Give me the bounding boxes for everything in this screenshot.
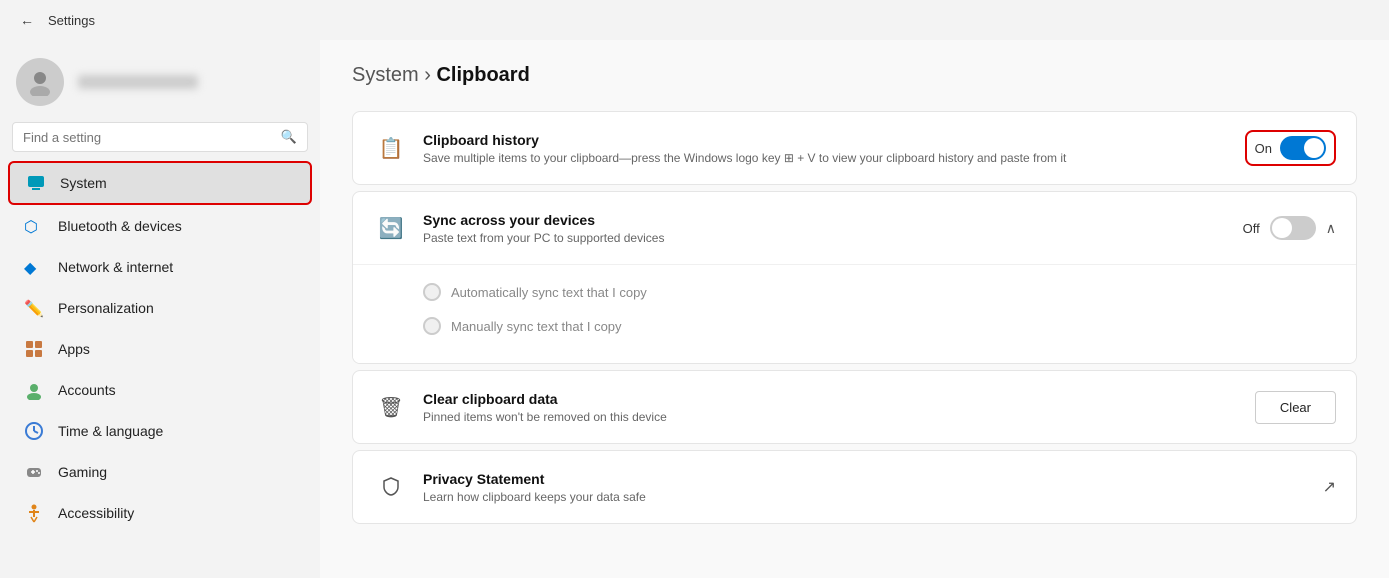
manual-sync-option[interactable]: Manually sync text that I copy — [423, 309, 1336, 343]
sidebar-item-label: Gaming — [58, 464, 107, 480]
auto-sync-option[interactable]: Automatically sync text that I copy — [423, 275, 1336, 309]
clear-data-card: 🗑 Clear clipboard data Pinned items won'… — [352, 370, 1357, 444]
personalization-icon: ✏️ — [24, 298, 44, 318]
sync-expanded: Automatically sync text that I copy Manu… — [353, 265, 1356, 363]
title-bar-title: Settings — [48, 13, 95, 28]
avatar — [16, 58, 64, 106]
privacy-statement-card: Privacy Statement Learn how clipboard ke… — [352, 450, 1357, 524]
svg-text:✏️: ✏️ — [24, 299, 44, 318]
svg-text:◆: ◆ — [24, 260, 37, 277]
clipboard-history-toggle[interactable] — [1280, 136, 1326, 160]
settings-sections: 📋 Clipboard history Save multiple items … — [352, 111, 1357, 524]
sidebar-item-gaming[interactable]: Gaming — [8, 452, 312, 492]
sidebar-item-system[interactable]: System — [8, 161, 312, 205]
clear-data-row: 🗑 Clear clipboard data Pinned items won'… — [353, 371, 1356, 443]
sidebar-item-label: Network & internet — [58, 259, 173, 275]
sidebar-items-container: System ⬡ Bluetooth & devices ◆ Network &… — [0, 160, 320, 534]
sidebar-item-label: Accounts — [58, 382, 116, 398]
sidebar-item-time[interactable]: Time & language — [8, 411, 312, 451]
privacy-subtitle: Learn how clipboard keeps your data safe — [423, 490, 1323, 504]
accounts-icon — [24, 380, 44, 400]
clipboard-history-card: 📋 Clipboard history Save multiple items … — [352, 111, 1357, 185]
breadcrumb-separator: › — [424, 64, 436, 86]
search-input[interactable] — [23, 130, 273, 145]
content-area: System › Clipboard 📋 Clipboard history S… — [320, 40, 1389, 578]
toggle-on-label: On — [1255, 141, 1272, 156]
auto-sync-radio[interactable] — [423, 283, 441, 301]
clear-data-title: Clear clipboard data — [423, 391, 1255, 407]
system-icon — [26, 173, 46, 193]
sidebar-item-label: Apps — [58, 341, 90, 357]
sidebar: 🔍 System ⬡ Bluetooth & devices ◆ Network… — [0, 40, 320, 578]
svg-text:⬡: ⬡ — [24, 219, 38, 236]
bluetooth-icon: ⬡ — [24, 216, 44, 236]
sync-chevron[interactable]: ∧ — [1326, 220, 1336, 237]
sidebar-item-label: Time & language — [58, 423, 163, 439]
sync-devices-subtitle: Paste text from your PC to supported dev… — [423, 231, 1243, 245]
clear-icon: 🗑 — [373, 389, 409, 425]
sidebar-item-bluetooth[interactable]: ⬡ Bluetooth & devices — [8, 206, 312, 246]
sidebar-item-accounts[interactable]: Accounts — [8, 370, 312, 410]
breadcrumb-parent: System — [352, 64, 419, 86]
sidebar-item-personalization[interactable]: ✏️ Personalization — [8, 288, 312, 328]
privacy-title: Privacy Statement — [423, 471, 1323, 487]
sidebar-profile — [0, 48, 320, 122]
clipboard-history-row: 📋 Clipboard history Save multiple items … — [353, 112, 1356, 184]
clipboard-icon: 📋 — [373, 130, 409, 166]
sidebar-search-box[interactable]: 🔍 — [12, 122, 308, 152]
sidebar-item-label: Bluetooth & devices — [58, 218, 182, 234]
sidebar-item-network[interactable]: ◆ Network & internet — [8, 247, 312, 287]
clipboard-history-title: Clipboard history — [423, 132, 1245, 148]
toggle-off-label: Off — [1243, 221, 1260, 236]
sync-toggle[interactable] — [1270, 216, 1316, 240]
clear-data-subtitle: Pinned items won't be removed on this de… — [423, 410, 1255, 424]
title-bar: ← Settings — [0, 0, 1389, 40]
privacy-statement-row: Privacy Statement Learn how clipboard ke… — [353, 451, 1356, 523]
clear-button[interactable]: Clear — [1255, 391, 1336, 424]
back-button[interactable]: ← — [16, 8, 38, 32]
breadcrumb: System › Clipboard — [352, 64, 1357, 87]
sidebar-item-label: Personalization — [58, 300, 154, 316]
sidebar-item-label: Accessibility — [58, 505, 134, 521]
page-title: Clipboard — [436, 64, 529, 86]
main-layout: 🔍 System ⬡ Bluetooth & devices ◆ Network… — [0, 40, 1389, 578]
apps-icon — [24, 339, 44, 359]
auto-sync-label: Automatically sync text that I copy — [451, 285, 647, 300]
external-link-icon[interactable]: ↗ — [1323, 477, 1336, 497]
sidebar-item-label: System — [60, 175, 107, 191]
username-blur — [78, 75, 198, 89]
manual-sync-radio[interactable] — [423, 317, 441, 335]
gaming-icon — [24, 462, 44, 482]
clipboard-history-toggle-wrapper: On — [1245, 130, 1336, 166]
manual-sync-label: Manually sync text that I copy — [451, 319, 622, 334]
search-icon: 🔍 — [281, 129, 297, 145]
sync-devices-title: Sync across your devices — [423, 212, 1243, 228]
accessibility-icon — [24, 503, 44, 523]
sync-devices-row: 🔄 Sync across your devices Paste text fr… — [353, 192, 1356, 265]
sidebar-item-apps[interactable]: Apps — [8, 329, 312, 369]
sync-icon: 🔄 — [373, 210, 409, 246]
network-icon: ◆ — [24, 257, 44, 277]
time-icon — [24, 421, 44, 441]
sync-devices-card: 🔄 Sync across your devices Paste text fr… — [352, 191, 1357, 364]
shield-icon — [373, 469, 409, 505]
sidebar-item-accessibility[interactable]: Accessibility — [8, 493, 312, 533]
clipboard-history-subtitle: Save multiple items to your clipboard—pr… — [423, 151, 1245, 165]
